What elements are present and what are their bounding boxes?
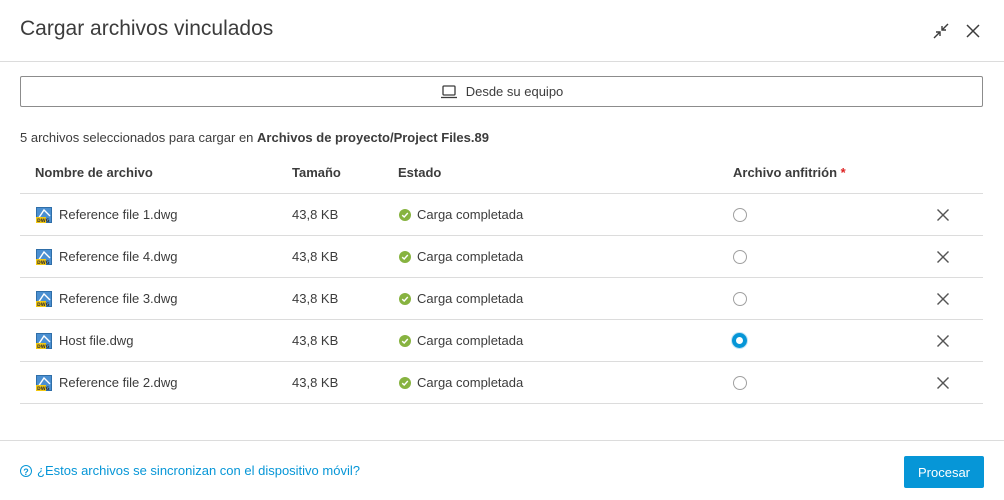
file-name: Reference file 3.dwg	[59, 291, 178, 306]
upload-from-computer-button[interactable]: Desde su equipo	[20, 76, 983, 107]
table-row: DWG Reference file 2.dwg 43,8 KB Carga c…	[20, 362, 983, 404]
selection-info-text: 5 archivos seleccionados para cargar en	[20, 130, 258, 145]
process-button[interactable]: Procesar	[904, 456, 984, 488]
column-header-status: Estado	[398, 165, 442, 180]
svg-text:DWG: DWG	[37, 260, 50, 265]
dwg-file-icon: DWG	[36, 291, 52, 308]
laptop-icon	[440, 84, 457, 98]
check-circle-icon	[399, 251, 411, 263]
remove-file-icon[interactable]	[936, 292, 950, 306]
selection-info: 5 archivos seleccionados para cargar en …	[20, 130, 489, 145]
host-file-radio[interactable]	[733, 250, 747, 264]
host-file-radio[interactable]	[733, 376, 747, 390]
check-circle-icon	[399, 209, 411, 221]
dialog-title: Cargar archivos vinculados	[20, 17, 274, 40]
table-body: DWG Reference file 1.dwg 43,8 KB Carga c…	[20, 194, 983, 404]
upload-status: Carga completada	[399, 362, 523, 404]
column-header-host: Archivo anfitrión *	[733, 152, 846, 193]
table-row: DWG Reference file 4.dwg 43,8 KB Carga c…	[20, 236, 983, 278]
remove-file-icon[interactable]	[936, 250, 950, 264]
upload-status: Carga completada	[399, 320, 523, 362]
file-name: Reference file 2.dwg	[59, 375, 178, 390]
table-row: DWG Reference file 1.dwg 43,8 KB Carga c…	[20, 194, 983, 236]
files-table: Nombre de archivo Tamaño Estado Archivo …	[20, 152, 983, 404]
column-header-size: Tamaño	[292, 165, 341, 180]
dwg-file-icon: DWG	[36, 207, 52, 224]
dwg-file-icon: DWG	[36, 249, 52, 266]
file-size: 43,8 KB	[292, 249, 339, 264]
help-icon: ?	[20, 464, 32, 477]
table-header: Nombre de archivo Tamaño Estado Archivo …	[20, 152, 983, 194]
file-size: 43,8 KB	[292, 333, 339, 348]
remove-file-icon[interactable]	[936, 334, 950, 348]
upload-status-text: Carga completada	[417, 249, 524, 264]
upload-status-text: Carga completada	[417, 375, 524, 390]
remove-file-icon[interactable]	[936, 208, 950, 222]
file-name: Reference file 4.dwg	[59, 249, 178, 264]
destination-folder: Archivos de proyecto/Project Files.89	[257, 130, 489, 145]
upload-from-computer-label: Desde su equipo	[465, 84, 564, 99]
close-icon[interactable]	[962, 20, 984, 42]
mobile-sync-help-link[interactable]: ? ¿Estos archivos se sincronizan con el …	[20, 463, 360, 478]
upload-status: Carga completada	[399, 236, 523, 278]
dialog-header: Cargar archivos vinculados	[0, 0, 1004, 62]
file-size: 43,8 KB	[292, 207, 339, 222]
table-row: DWG Reference file 3.dwg 43,8 KB Carga c…	[20, 278, 983, 320]
host-file-radio[interactable]	[733, 208, 747, 222]
column-header-name: Nombre de archivo	[35, 165, 153, 180]
file-name: Host file.dwg	[59, 333, 134, 348]
mobile-sync-help-text: ¿Estos archivos se sincronizan con el di…	[37, 463, 360, 478]
file-size: 43,8 KB	[292, 375, 339, 390]
upload-status-text: Carga completada	[417, 207, 524, 222]
check-circle-icon	[399, 293, 411, 305]
check-circle-icon	[399, 377, 411, 389]
dialog-footer: ? ¿Estos archivos se sincronizan con el …	[0, 440, 1004, 500]
upload-status-text: Carga completada	[417, 291, 524, 306]
upload-status-text: Carga completada	[417, 333, 524, 348]
remove-file-icon[interactable]	[936, 376, 950, 390]
file-name: Reference file 1.dwg	[59, 207, 178, 222]
file-size: 43,8 KB	[292, 291, 339, 306]
check-circle-icon	[399, 335, 411, 347]
upload-status: Carga completada	[399, 278, 523, 320]
column-header-host-label: Archivo anfitrión	[733, 165, 838, 180]
dwg-file-icon: DWG	[36, 333, 52, 350]
dwg-file-icon: DWG	[36, 375, 52, 392]
required-mark: *	[840, 165, 846, 180]
svg-text:DWG: DWG	[37, 386, 50, 391]
scrollbar[interactable]	[996, 63, 1002, 439]
svg-text:DWG: DWG	[37, 302, 50, 307]
upload-status: Carga completada	[399, 194, 523, 236]
svg-text:DWG: DWG	[37, 218, 50, 223]
collapse-arrows-icon[interactable]	[930, 20, 952, 42]
host-file-radio[interactable]	[733, 292, 747, 306]
svg-text:DWG: DWG	[37, 344, 50, 349]
table-row: DWG Host file.dwg 43,8 KB Carga completa…	[20, 320, 983, 362]
host-file-radio[interactable]	[732, 333, 747, 348]
